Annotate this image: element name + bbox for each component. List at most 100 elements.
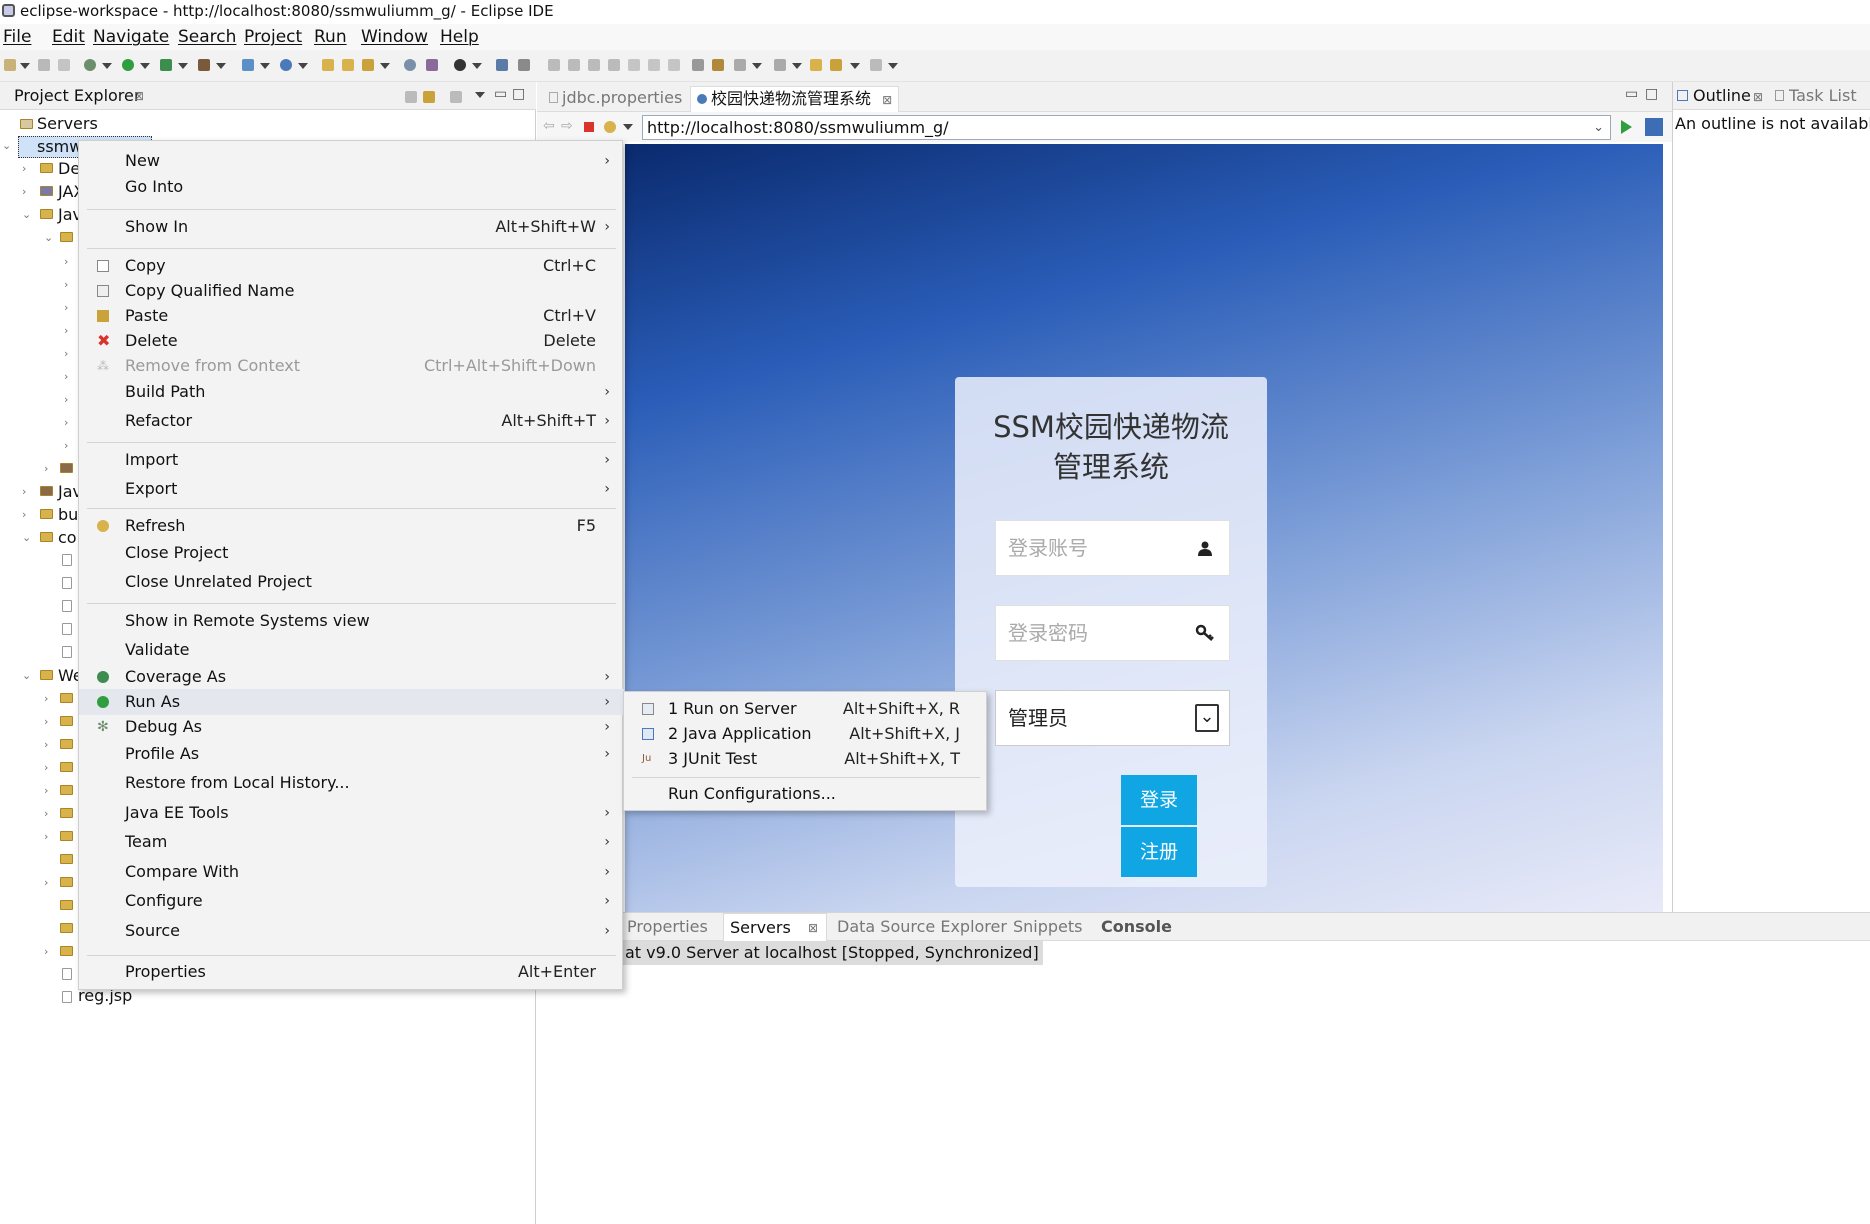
chevron-right-icon[interactable]: › [64, 346, 68, 362]
next-annotation-icon[interactable] [734, 59, 746, 71]
menu-item-build-path[interactable]: Build Path › [79, 379, 624, 405]
account-input[interactable]: 登录账号 [995, 520, 1230, 576]
chevron-right-icon[interactable]: › [44, 760, 48, 776]
tab-outline[interactable]: Outline [1693, 86, 1751, 106]
save-all-icon[interactable] [58, 59, 70, 71]
view-menu-icon[interactable] [475, 92, 485, 98]
menu-item-export[interactable]: Export › [79, 476, 624, 502]
menu-window[interactable]: Window [361, 26, 428, 48]
menu-item-paste[interactable]: Paste Ctrl+V [79, 303, 624, 329]
back-icon[interactable] [830, 59, 842, 71]
go-icon[interactable] [1621, 120, 1632, 134]
close-icon[interactable]: ⊠ [808, 916, 818, 940]
chevron-right-icon[interactable]: › [64, 415, 68, 431]
close-icon[interactable]: ⊠ [1753, 87, 1763, 107]
menu-item-coverage-as[interactable]: Coverage As › [79, 664, 624, 690]
menu-search[interactable]: Search [178, 26, 236, 48]
menu-item-delete[interactable]: ✖ Delete Delete [79, 328, 624, 354]
chevron-right-icon[interactable]: › [64, 277, 68, 293]
forward-icon[interactable] [870, 59, 882, 71]
search-icon[interactable] [426, 59, 438, 71]
pen-dropdown-icon[interactable] [380, 63, 390, 69]
step-over-icon[interactable] [648, 59, 660, 71]
chevron-right-icon[interactable]: › [64, 369, 68, 385]
menu-item-show-in[interactable]: Show In Alt+Shift+W › [79, 214, 624, 240]
menu-item-team[interactable]: Team › [79, 829, 624, 855]
chevron-down-icon[interactable]: ⌄ [2, 138, 11, 154]
minimize-icon[interactable]: ▭ [1625, 84, 1638, 104]
prev-annotation-icon[interactable] [774, 59, 786, 71]
chevron-down-icon[interactable]: ⌄ [22, 530, 31, 546]
menu-item-debug-as[interactable]: ✻ Debug As › [79, 714, 624, 740]
server-dropdown-icon[interactable] [260, 63, 270, 69]
stop-icon[interactable] [584, 122, 594, 132]
chevron-down-icon[interactable]: ⌄ [22, 668, 31, 684]
tree-item-de[interactable]: De [58, 159, 80, 179]
debug-dropdown-icon[interactable] [102, 63, 112, 69]
coverage-icon[interactable] [160, 59, 172, 71]
chevron-right-icon[interactable]: › [22, 507, 26, 523]
resume-icon[interactable] [548, 59, 560, 71]
forward-dropdown-icon[interactable] [888, 63, 898, 69]
chevron-right-icon[interactable]: › [64, 438, 68, 454]
external-tools-dropdown-icon[interactable] [216, 63, 226, 69]
disconnect-icon[interactable] [608, 59, 620, 71]
tab-data-source-explorer[interactable]: Data Source Explorer [837, 915, 1007, 939]
menu-navigate[interactable]: Navigate [93, 26, 169, 48]
save-icon[interactable] [38, 59, 50, 71]
pen-icon[interactable] [362, 59, 374, 71]
chevron-right-icon[interactable]: › [64, 254, 68, 270]
chevron-right-icon[interactable]: › [44, 875, 48, 891]
menu-edit[interactable]: Edit [52, 26, 85, 48]
menu-item-configure[interactable]: Configure › [79, 888, 624, 914]
url-input[interactable]: http://localhost:8080/ssmwuliumm_g/ ⌄ [642, 115, 1611, 140]
maximize-icon[interactable]: □ [512, 84, 525, 104]
new-dropdown-icon[interactable] [20, 63, 30, 69]
menu-item-java-application[interactable]: 2 Java Application Alt+Shift+X, J [624, 721, 988, 747]
refresh-icon[interactable] [604, 121, 616, 133]
menu-item-properties[interactable]: Properties Alt+Enter [79, 959, 624, 985]
tab-task-list[interactable]: Task List [1789, 86, 1857, 106]
menu-item-compare-with[interactable]: Compare With › [79, 859, 624, 885]
maximize-icon[interactable]: □ [1645, 84, 1658, 104]
menu-item-run-on-server[interactable]: 1 Run on Server Alt+Shift+X, R [624, 696, 988, 722]
menu-item-copy[interactable]: Copy Ctrl+C [79, 253, 624, 279]
browser-dropdown-icon[interactable] [298, 63, 308, 69]
web-browser-icon[interactable] [280, 59, 292, 71]
server-row[interactable]: at v9.0 Server at localhost [Stopped, Sy… [621, 941, 1043, 965]
debug-icon[interactable] [84, 59, 96, 71]
run-dropdown-icon[interactable] [140, 63, 150, 69]
next-annotation-dropdown-icon[interactable] [752, 63, 762, 69]
forward-arrow-icon[interactable]: ⇨ [561, 116, 573, 136]
new-server-icon[interactable] [242, 59, 254, 71]
profile-dropdown-icon[interactable] [472, 63, 482, 69]
menu-item-source[interactable]: Source › [79, 918, 624, 944]
menu-item-validate[interactable]: Validate [79, 637, 624, 663]
menu-item-run-as[interactable]: Run As › [79, 689, 624, 715]
chevron-down-icon[interactable]: ⌄ [22, 207, 31, 223]
chevron-right-icon[interactable]: › [44, 806, 48, 822]
chevron-right-icon[interactable]: › [44, 944, 48, 960]
register-button[interactable]: 注册 [1121, 827, 1197, 877]
login-button[interactable]: 登录 [1121, 775, 1197, 825]
tree-item-build[interactable]: bu [58, 505, 78, 525]
menu-item-import[interactable]: Import › [79, 447, 624, 473]
tab-console[interactable]: Console [1101, 915, 1172, 939]
new-icon[interactable] [4, 59, 16, 71]
menu-item-run-configurations[interactable]: Run Configurations... [624, 781, 988, 807]
chevron-right-icon[interactable]: › [22, 184, 26, 200]
tree-item-servers[interactable]: Servers [37, 114, 98, 134]
terminate-icon[interactable] [588, 59, 600, 71]
menu-item-close-project[interactable]: Close Project [79, 540, 624, 566]
tab-servers[interactable]: Servers ⊠ [723, 913, 827, 941]
menu-item-go-into[interactable]: Go Into [79, 174, 624, 200]
tab-jdbc-properties[interactable]: jdbc.properties [543, 86, 688, 112]
chevron-right-icon[interactable]: › [44, 461, 48, 477]
coverage-dropdown-icon[interactable] [178, 63, 188, 69]
chevron-down-icon[interactable]: ⌄ [44, 230, 53, 246]
role-select[interactable]: 管理员 ⌄ [995, 690, 1230, 746]
menu-item-refactor[interactable]: Refactor Alt+Shift+T › [79, 408, 624, 434]
chevron-right-icon[interactable]: › [22, 484, 26, 500]
menu-item-copy-qualified-name[interactable]: Copy Qualified Name [79, 278, 624, 304]
chevron-right-icon[interactable]: › [64, 392, 68, 408]
